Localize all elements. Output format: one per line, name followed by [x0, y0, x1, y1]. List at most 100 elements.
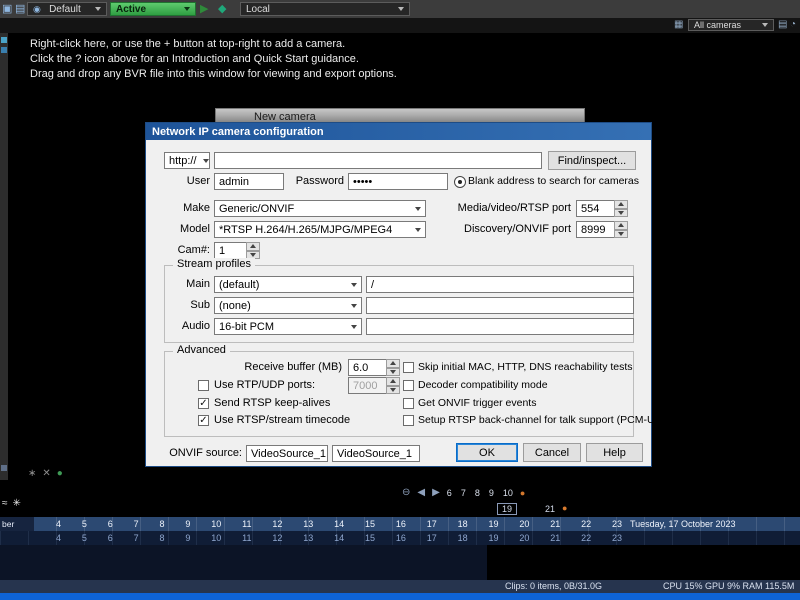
media-port-stepper[interactable]: 554: [576, 200, 628, 217]
onvif-source-input-1[interactable]: VideoSource_1: [246, 445, 328, 462]
chevron-down-icon: [351, 304, 357, 308]
chevron-down-icon: [351, 283, 357, 287]
pin-icon[interactable]: ●: [562, 503, 567, 513]
main-path-input[interactable]: /: [366, 276, 634, 293]
welcome-hints: Right-click here, or use the + button at…: [30, 37, 397, 82]
search-radio[interactable]: [454, 176, 466, 188]
main-profile-dropdown[interactable]: (default): [214, 276, 362, 293]
onvif-trigger-checkbox[interactable]: [403, 398, 414, 409]
hint-line-2: Click the ? icon above for an Introducti…: [30, 52, 397, 67]
schedule-status-dropdown[interactable]: Active: [110, 2, 196, 16]
spin-down-icon: [250, 253, 256, 257]
clips-status: Clips: 0 items, 0B/31.0G: [505, 580, 602, 593]
spin-up-icon: [250, 244, 256, 248]
flag-icon: ✳: [13, 498, 21, 509]
sub-profile-dropdown[interactable]: (none): [214, 297, 362, 314]
audio-path-input[interactable]: [366, 318, 634, 335]
profile-dropdown[interactable]: ◉ Default: [27, 2, 107, 16]
panel-icon[interactable]: [1, 465, 7, 471]
protocol-dropdown[interactable]: http://: [164, 152, 210, 169]
find-inspect-button[interactable]: Find/inspect...: [548, 151, 636, 170]
viewer-tools: ∗ ✕ ●: [28, 468, 63, 479]
spin-up-icon: [390, 379, 396, 383]
help-label: Help: [603, 447, 626, 459]
leaf-icon[interactable]: ●: [57, 468, 63, 479]
cam-number-value: 1: [214, 242, 247, 259]
spin-up-icon: [618, 223, 624, 227]
skip-tests-checkbox[interactable]: [403, 362, 414, 373]
all-cameras-dropdown[interactable]: All cameras: [688, 19, 774, 31]
server-dropdown[interactable]: Local: [240, 2, 410, 16]
timeline-track[interactable]: 4567891011121314151617181920212223: [0, 531, 800, 545]
make-dropdown[interactable]: Generic/ONVIF: [214, 200, 426, 217]
decoder-compat-checkbox[interactable]: [403, 380, 414, 391]
left-panel-strip[interactable]: [0, 33, 8, 480]
rtp-port-stepper[interactable]: 7000: [348, 377, 400, 394]
stepper-arrows[interactable]: [386, 377, 400, 394]
panel-icon[interactable]: [1, 47, 7, 53]
layout-icon[interactable]: ▤: [778, 19, 787, 30]
zoom-out-icon[interactable]: ⊖: [402, 486, 410, 500]
rtp-udp-checkbox[interactable]: [198, 380, 209, 391]
discovery-port-stepper[interactable]: 8999: [576, 221, 628, 238]
receive-buffer-stepper[interactable]: 6.0: [348, 359, 400, 376]
stepper-arrows[interactable]: [386, 359, 400, 376]
receive-buffer-value: 6.0: [348, 359, 387, 376]
arrow-right-icon[interactable]: ▶: [432, 486, 440, 500]
gear-icon[interactable]: ∗: [28, 468, 36, 479]
blank-address-hint: Blank address to search for cameras: [468, 173, 639, 190]
onvif-trigger-label: Get ONVIF trigger events: [418, 395, 536, 412]
pin-icon[interactable]: ●: [520, 488, 525, 498]
user-label: User: [154, 173, 210, 190]
model-dropdown[interactable]: *RTSP H.264/H.265/MJPG/MPEG4: [214, 221, 426, 238]
status-bar: Clips: 0 items, 0B/31.0G CPU 15% GPU 9% …: [0, 580, 800, 593]
dialog-titlebar[interactable]: Network IP camera configuration: [146, 123, 651, 140]
password-input[interactable]: •••••: [348, 173, 448, 190]
audio-profile-value: 16-bit PCM: [219, 321, 274, 333]
stepper-arrows[interactable]: [614, 221, 628, 238]
chevron-down-icon: [184, 7, 190, 11]
timeline-body-right[interactable]: [487, 545, 800, 580]
timeline-hour-ruler[interactable]: ber 2023 4567891011121314151617181920212…: [0, 517, 800, 531]
chevron-down-icon: [415, 207, 421, 211]
next-day-label[interactable]: 21: [545, 504, 555, 514]
onvif-source-input-2[interactable]: VideoSource_1: [332, 445, 420, 462]
selected-day-box[interactable]: 19: [497, 503, 517, 515]
system-status: CPU 15% GPU 9% RAM 115.5M: [663, 580, 794, 593]
help-button[interactable]: Help: [586, 443, 643, 462]
stepper-arrows[interactable]: [614, 200, 628, 217]
app-icon[interactable]: ▣: [2, 2, 12, 16]
timecode-checkbox[interactable]: ✓: [198, 415, 209, 426]
stepper-arrows[interactable]: [246, 242, 260, 259]
camera-icon[interactable]: ▤: [15, 2, 25, 16]
grid-icon[interactable]: ▦: [674, 19, 683, 30]
model-value: *RTSP H.264/H.265/MJPG/MPEG4: [219, 224, 392, 236]
media-port-value: 554: [576, 200, 615, 217]
cube-icon[interactable]: ◆: [218, 2, 226, 16]
timeline-mini-nav: ⊖ ◀ ▶ 678910 ●: [402, 486, 525, 500]
play-icon[interactable]: ▶: [200, 2, 208, 16]
cam-number-stepper[interactable]: 1: [214, 242, 260, 259]
onvif-source-value-2: VideoSource_1: [337, 448, 412, 460]
keepalive-checkbox[interactable]: ✓: [198, 398, 209, 409]
address-input[interactable]: [214, 152, 542, 169]
sub-path-input[interactable]: [366, 297, 634, 314]
close-icon[interactable]: ✕: [42, 468, 50, 479]
all-cameras-value: All cameras: [694, 20, 741, 30]
cancel-button[interactable]: Cancel: [523, 443, 581, 462]
backchannel-checkbox[interactable]: [403, 415, 414, 426]
panel-icon[interactable]: [1, 37, 7, 43]
user-input[interactable]: admin: [214, 173, 284, 190]
keepalive-label: Send RTSP keep-alives: [214, 395, 330, 412]
day-numbers[interactable]: 678910: [447, 488, 513, 498]
find-inspect-label: Find/inspect...: [558, 155, 626, 167]
arrow-left-icon[interactable]: ◀: [417, 486, 425, 500]
main-path-value: /: [371, 279, 374, 291]
audio-profile-dropdown[interactable]: 16-bit PCM: [214, 318, 362, 335]
user-value: admin: [219, 176, 249, 188]
top-toolbar: ▣ ▤ ◉ Default Active ▶ ◆ Local: [0, 0, 800, 18]
ok-button[interactable]: OK: [456, 443, 518, 462]
clock-icon[interactable]: ◔: [790, 19, 796, 30]
spin-down-icon: [390, 388, 396, 392]
spin-up-icon: [618, 202, 624, 206]
